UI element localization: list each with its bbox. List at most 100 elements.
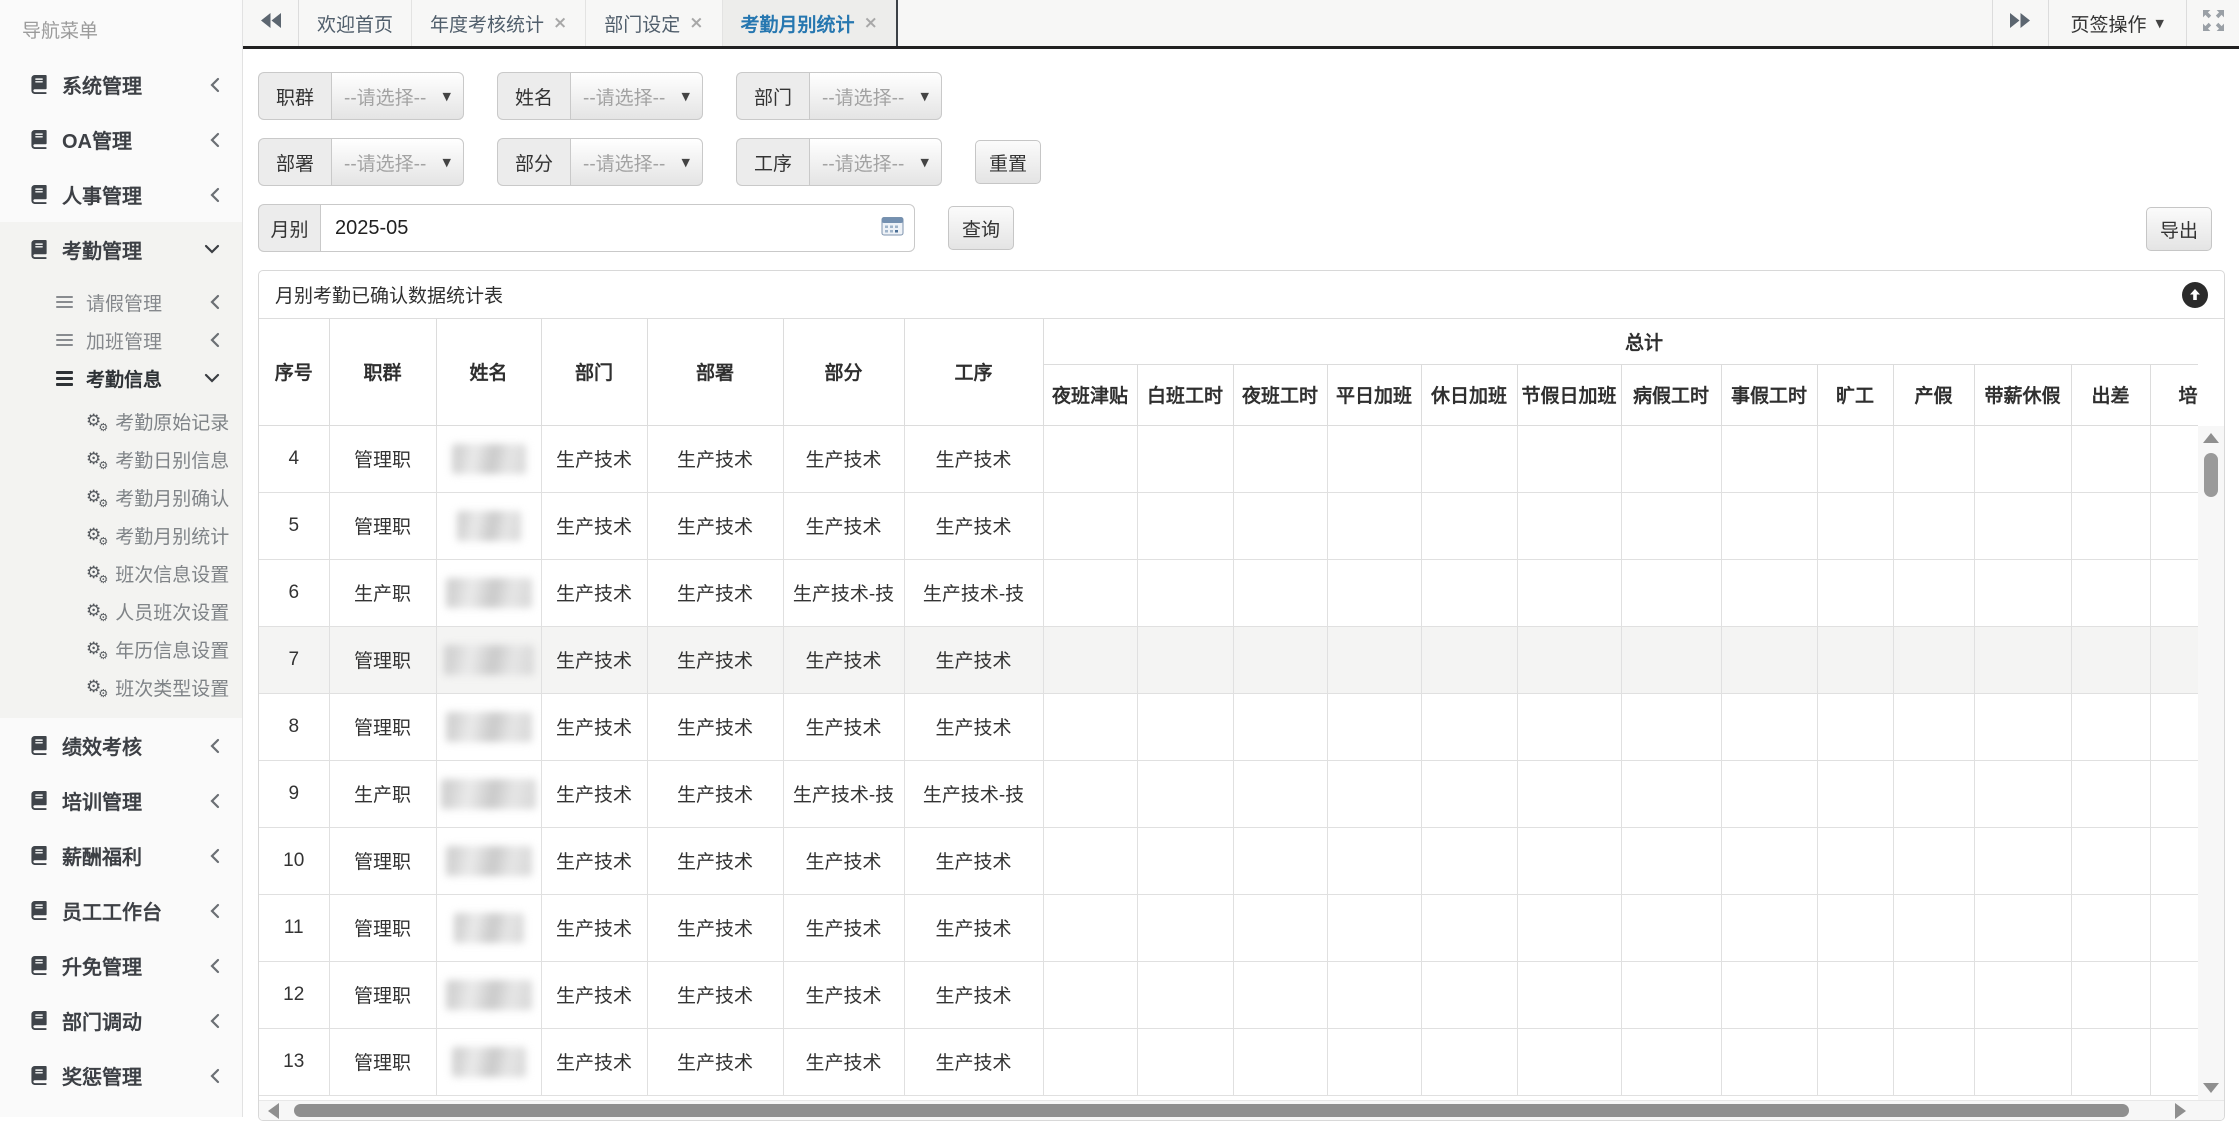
sidebar-item[interactable]: OA管理 [0,112,242,167]
filter-select[interactable]: --请选择-- ▼ [331,138,464,186]
cell-name [436,760,541,827]
tab[interactable]: 考勤月别统计× [723,0,898,46]
cell-name [436,961,541,1028]
cell-stat [1327,1028,1421,1095]
sidebar-item[interactable]: 系统管理 [0,57,242,112]
table-row[interactable]: 4管理职生产技术生产技术生产技术生产技术 [259,425,2198,492]
tab-label: 欢迎首页 [317,10,393,37]
fullscreen-button[interactable] [2187,0,2239,46]
cell-stat [1517,1028,1621,1095]
list-icon [56,371,73,386]
caret-down-icon: ▼ [682,90,690,103]
tab[interactable]: 年度考核统计 × [412,0,586,46]
tab-operations-dropdown[interactable]: 页签操作 ▼ [2049,0,2187,46]
filter-select[interactable]: --请选择-- ▼ [331,72,464,120]
sidebar-leaf-item[interactable]: ⚙⚙ 考勤月别确认 [0,478,242,516]
sidebar-subitem[interactable]: 请假管理 [0,283,242,321]
export-button[interactable]: 导出 [2146,207,2212,251]
sidebar-leaf-item[interactable]: ⚙⚙ 考勤原始记录 [0,402,242,440]
cell-stat [1137,894,1233,961]
cogs-icon: ⚙⚙ [86,679,101,696]
vertical-scrollbar[interactable] [2198,426,2224,1100]
sidebar-leaf-item[interactable]: ⚙⚙ 考勤月别统计 [0,516,242,554]
chevron-left-icon [209,738,220,754]
cell-no: 6 [259,559,329,626]
horizontal-scrollbar-thumb[interactable] [294,1104,2129,1117]
sidebar-item[interactable]: 部门调动 [0,993,242,1048]
sidebar-item[interactable]: 培训管理 [0,773,242,828]
stat-column-header: 带薪休假 [1974,364,2071,425]
sidebar-leaf-item[interactable]: ⚙⚙ 人员班次设置 [0,592,242,630]
cell-process: 生产技术 [904,961,1043,1028]
sidebar-item[interactable]: 薪酬福利 [0,828,242,883]
sidebar-item[interactable]: 人事管理 [0,167,242,222]
table-row[interactable]: 13管理职生产技术生产技术生产技术生产技术 [259,1028,2198,1095]
filter-select[interactable]: --请选择-- ▼ [809,72,942,120]
table-row[interactable]: 11管理职生产技术生产技术生产技术生产技术 [259,894,2198,961]
filter-select[interactable]: --请选择-- ▼ [570,72,703,120]
filter-label: 职群 [258,72,331,120]
close-icon[interactable]: × [689,13,703,33]
close-icon[interactable]: × [553,13,567,33]
sidebar-item[interactable]: 绩效考核 [0,718,242,773]
sidebar-leaf-item[interactable]: ⚙⚙ 班次类型设置 [0,668,242,706]
cell-stat [1517,425,1621,492]
tab-label: 年度考核统计 [430,10,544,37]
cell-stat [2071,492,2150,559]
close-icon[interactable]: × [864,13,878,33]
reset-button[interactable]: 重置 [975,140,1041,184]
tabs-scroll-right-button[interactable] [1992,0,2049,46]
sidebar-subitem[interactable]: 加班管理 [0,321,242,359]
sidebar-item[interactable]: 考勤管理 [0,222,242,277]
month-input[interactable]: 2025-05 [320,204,915,252]
cell-stat [2150,559,2198,626]
table-row[interactable]: 8管理职生产技术生产技术生产技术生产技术 [259,693,2198,760]
chevron-left-icon [209,294,220,310]
query-button[interactable]: 查询 [948,206,1014,250]
table-row[interactable]: 10管理职生产技术生产技术生产技术生产技术 [259,827,2198,894]
table-row[interactable]: 9生产职生产技术生产技术生产技术-技生产技术-技 [259,760,2198,827]
sidebar-item-label: 系统管理 [62,70,142,99]
tabs-scroll-left-button[interactable] [243,0,299,46]
sidebar-item-label: 考勤管理 [62,235,142,264]
vertical-scrollbar-thumb[interactable] [2204,453,2218,497]
redacted-name [457,511,521,541]
calendar-icon[interactable] [881,215,904,242]
tab[interactable]: 部门设定× [586,0,722,46]
cell-stat [1817,961,1893,1028]
filter-group: 工序 --请选择-- ▼ [736,138,942,186]
cell-stat [1137,492,1233,559]
cell-job-group: 生产职 [329,559,436,626]
cell-stat [1893,827,1974,894]
sidebar-leaf-item[interactable]: ⚙⚙ 考勤日别信息 [0,440,242,478]
cell-stat [1893,693,1974,760]
cell-name [436,894,541,961]
cell-no: 9 [259,760,329,827]
scroll-down-icon[interactable] [2203,1083,2219,1093]
sidebar-item[interactable]: 奖惩管理 [0,1048,242,1103]
book-icon [30,75,49,94]
filter-select[interactable]: --请选择-- ▼ [809,138,942,186]
cell-stat [1233,559,1327,626]
sidebar-leaf-item[interactable]: ⚙⚙ 年历信息设置 [0,630,242,668]
filter-select[interactable]: --请选择-- ▼ [570,138,703,186]
horizontal-scrollbar[interactable] [259,1100,2224,1120]
cell-name [436,693,541,760]
tabs: 欢迎首页年度考核统计×部门设定×考勤月别统计× [299,0,898,46]
sidebar-item[interactable]: 员工工作台 [0,883,242,938]
caret-down-icon: ▼ [443,90,451,103]
scroll-up-icon[interactable] [2203,433,2219,443]
table-row[interactable]: 7管理职生产技术生产技术生产技术生产技术 [259,626,2198,693]
caret-down-icon: ▼ [682,156,690,169]
sidebar-leaf-item[interactable]: ⚙⚙ 班次信息设置 [0,554,242,592]
table-row[interactable]: 6生产职生产技术生产技术生产技术-技生产技术-技 [259,559,2198,626]
table-row[interactable]: 5管理职生产技术生产技术生产技术生产技术 [259,492,2198,559]
tab[interactable]: 欢迎首页 [299,0,412,46]
sidebar-subitem[interactable]: 考勤信息 [0,359,242,397]
cell-process: 生产技术 [904,626,1043,693]
collapse-up-icon[interactable] [2182,282,2208,308]
sidebar-leaf-label: 人员班次设置 [115,598,229,625]
cell-section: 生产技术 [783,693,904,760]
table-row[interactable]: 12管理职生产技术生产技术生产技术生产技术 [259,961,2198,1028]
sidebar-item[interactable]: 升免管理 [0,938,242,993]
